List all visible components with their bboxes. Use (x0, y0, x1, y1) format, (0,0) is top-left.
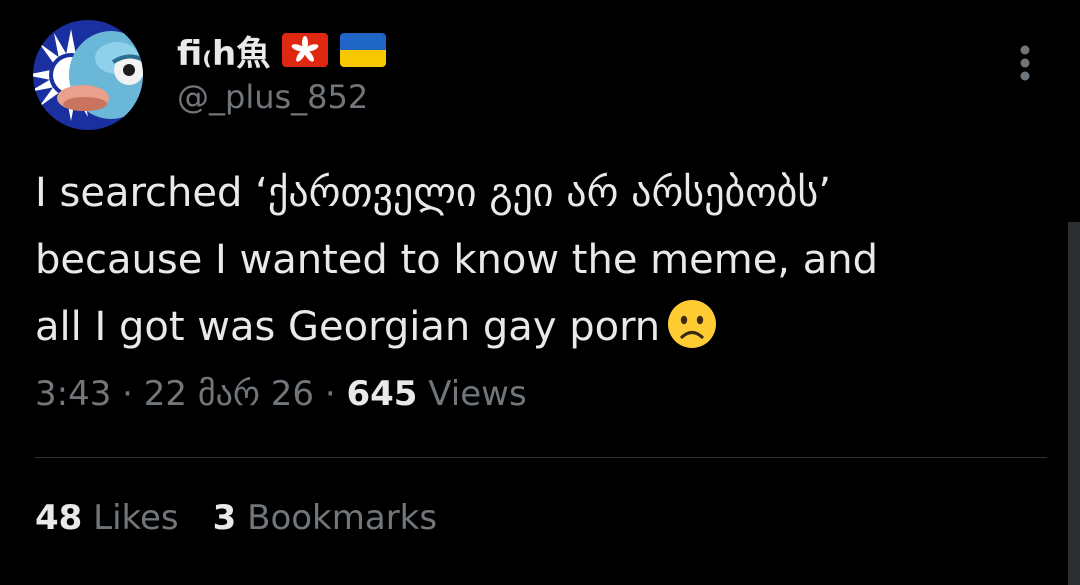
tweet-line: all I got was Georgian gay porn (35, 304, 661, 350)
likes-count: 48 (35, 498, 83, 538)
frowning-face-emoji-icon (666, 298, 718, 350)
tweet-meta: 3:43 · 22 მარ 26 · 645 Views (35, 374, 527, 414)
tweet-line: because I wanted to know the meme, and (35, 237, 878, 283)
tweet-line: I searched ‘ქართველი გეი არ არსებობს’ (35, 170, 831, 216)
avatar-image (33, 20, 143, 130)
tweet-date[interactable]: 22 მარ 26 (144, 374, 314, 414)
scrollbar[interactable] (1068, 222, 1080, 585)
author-display-name-row[interactable]: fi₍h魚 (177, 26, 387, 75)
views-label: Views (428, 374, 527, 414)
views-count: 645 (346, 374, 418, 414)
tweet-stats: 48 Likes 3 Bookmarks (35, 498, 437, 538)
avatar[interactable] (33, 20, 143, 130)
tweet-time[interactable]: 3:43 (35, 374, 111, 414)
more-options-icon[interactable] (1010, 42, 1040, 86)
meta-separator: · (324, 374, 336, 414)
divider (35, 457, 1047, 458)
author-display-name[interactable]: fi₍h魚 (177, 26, 270, 75)
likes-label: Likes (93, 498, 179, 538)
ukraine-flag-icon (340, 33, 387, 67)
bookmarks-label: Bookmarks (247, 498, 438, 538)
bookmarks-count: 3 (212, 498, 237, 538)
tweet-text: I searched ‘ქართველი გეი არ არსებობს’ be… (35, 160, 1035, 361)
meta-separator: · (122, 374, 133, 414)
hong-kong-flag-icon (282, 33, 329, 67)
likes-stat[interactable]: 48 Likes (35, 498, 179, 538)
author-handle[interactable]: @_plus_852 (177, 78, 368, 116)
bookmarks-stat[interactable]: 3 Bookmarks (213, 498, 437, 538)
tweet-line-with-emoji: all I got was Georgian gay porn (35, 294, 1035, 361)
